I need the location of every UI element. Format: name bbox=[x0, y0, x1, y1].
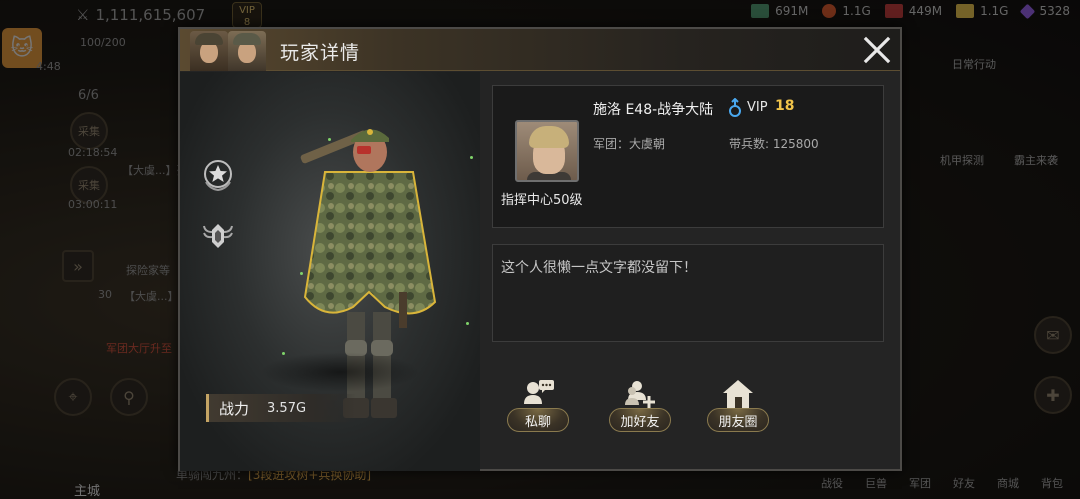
vip-level: 18 bbox=[775, 98, 795, 114]
close-icon bbox=[863, 36, 891, 64]
header-portraits bbox=[188, 31, 272, 71]
legion-info: 军团：大虞朝 bbox=[593, 137, 666, 151]
moments-label: 朋友圈 bbox=[707, 408, 769, 432]
moments-button[interactable]: 朋友圈 bbox=[706, 378, 770, 440]
troop-capacity: 带兵数: 125800 bbox=[729, 137, 819, 151]
moments-home-icon bbox=[723, 380, 753, 408]
officer-portrait-female bbox=[190, 31, 228, 71]
player-portrait[interactable] bbox=[515, 120, 579, 182]
private-chat-button[interactable]: 私聊 bbox=[506, 378, 570, 440]
private-chat-label: 私聊 bbox=[507, 408, 569, 432]
dialog-header: 玩家详情 bbox=[180, 29, 900, 71]
hq-level: 指挥中心50级 bbox=[501, 193, 583, 208]
player-name: 施洛 E48-战争大陆 bbox=[593, 102, 714, 118]
signature-text: 这个人很懒一点文字都没留下！ bbox=[501, 260, 697, 276]
dialog-body: 战力 3.57G 指挥中心50级 施洛 E48-战争大陆 VIP 18 军团：大… bbox=[180, 72, 900, 471]
combat-power-value: 3.57G bbox=[267, 400, 307, 416]
commander-figure bbox=[300, 129, 437, 418]
vip-label: VIP bbox=[747, 100, 768, 115]
add-friend-icon bbox=[625, 381, 655, 408]
rank-badge-star-icon[interactable] bbox=[200, 156, 236, 192]
dialog-title: 玩家详情 bbox=[280, 42, 361, 64]
player-details-dialog: 玩家详情 战力 3.57G 指挥中心50级 施洛 E48-战争大陆 VIP 18… bbox=[178, 27, 902, 471]
rank-badge-wings-icon[interactable] bbox=[200, 218, 236, 254]
combat-power-plate: 战力 3.57G bbox=[206, 394, 356, 422]
combat-power-label: 战力 bbox=[219, 399, 250, 418]
private-chat-icon bbox=[524, 380, 554, 404]
add-friend-label: 加好友 bbox=[609, 408, 671, 432]
signature-panel: 这个人很懒一点文字都没留下！ bbox=[492, 244, 884, 342]
close-button[interactable] bbox=[860, 33, 894, 67]
player-info-panel: 指挥中心50级 施洛 E48-战争大陆 VIP 18 军团：大虞朝 带兵数: 1… bbox=[492, 85, 884, 228]
character-showcase: 战力 3.57G bbox=[180, 72, 480, 471]
male-gender-icon bbox=[729, 98, 741, 117]
officer-portrait-male bbox=[228, 31, 266, 71]
add-friend-button[interactable]: 加好友 bbox=[608, 378, 672, 440]
